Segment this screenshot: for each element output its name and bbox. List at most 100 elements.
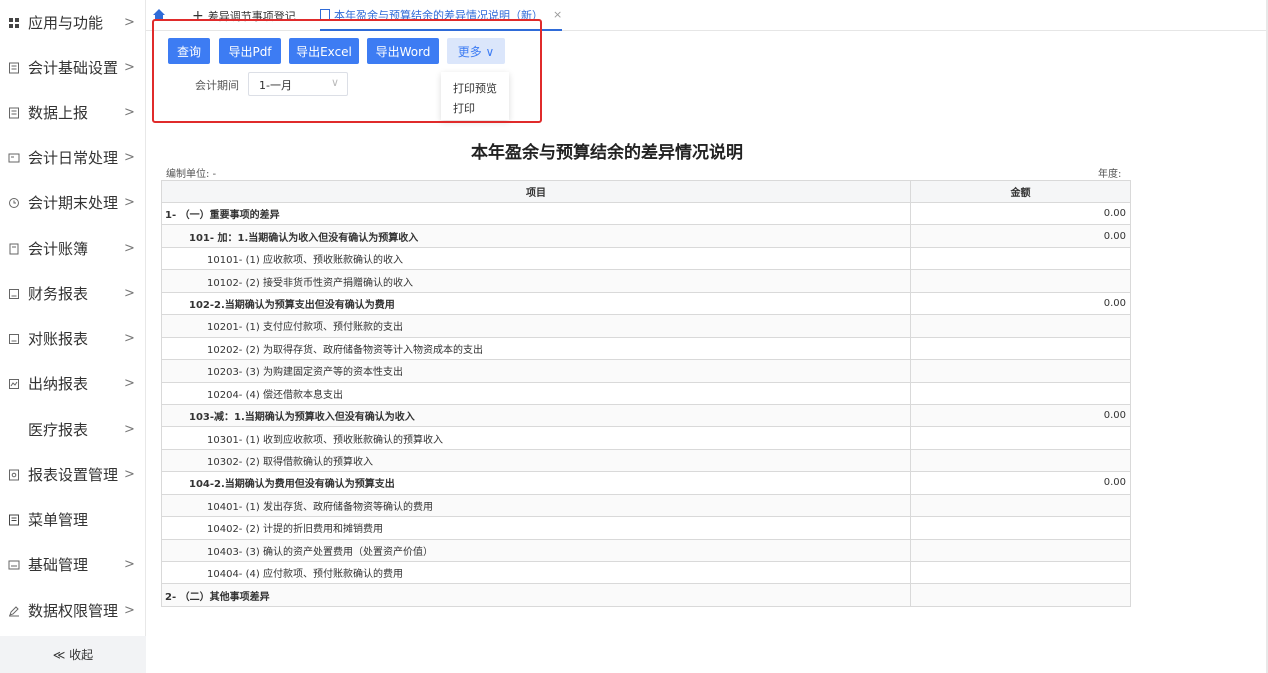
sidebar-item[interactable]: 出纳报表 > — [0, 361, 146, 406]
amount-cell: 0.00 — [910, 403, 1131, 428]
amount-cell: 0.00 — [910, 201, 1131, 226]
amount-cell — [910, 314, 1131, 338]
table-row: 101- 加：1.当期确认为收入但没有确认为预算收入 0.00 — [161, 224, 1131, 248]
more-button[interactable]: 更多 ∨ — [447, 38, 505, 64]
sidebar-item[interactable]: 会计账簿 > — [0, 226, 146, 271]
sidebar-item[interactable]: 报表设置管理 > — [0, 452, 146, 497]
tab-surplus-budget-diff[interactable]: 本年盈余与预算结余的差异情况说明（新） × — [320, 0, 563, 31]
table-row: 10101- (1) 应收款项、预收账款确认的收入 — [161, 246, 1131, 271]
export-pdf-button[interactable]: 导出Pdf — [219, 38, 281, 64]
table-row: 2- （二）其他事项差异 — [161, 583, 1131, 607]
print-item[interactable]: 打印 — [453, 100, 475, 116]
tab-bar: + 差异调节事项登记 本年盈余与预算结余的差异情况说明（新） × — [146, 0, 1268, 31]
sidebar-item-label: 菜单管理 — [28, 511, 89, 529]
chevron-right-icon: > — [124, 195, 135, 210]
item-cell: 10402- (2) 计提的折旧费用和摊销费用 — [161, 516, 911, 540]
book-icon — [8, 243, 20, 255]
table-row: 10201- (1) 支付应付款项、预付账款的支出 — [161, 314, 1131, 338]
report-icon — [8, 333, 20, 345]
sidebar-item[interactable]: 会计基础设置 > — [0, 45, 146, 90]
settings-doc-icon — [8, 469, 20, 481]
sidebar-item[interactable]: 财务报表 > — [0, 271, 146, 316]
amount-cell: 0.00 — [910, 291, 1131, 316]
sidebar-item-label: 数据权限管理 — [28, 602, 119, 620]
unit-label: 编制单位: - — [166, 169, 217, 180]
period-value: 1-一月 — [259, 79, 292, 92]
sidebar-item[interactable]: 数据上报 > — [0, 90, 146, 135]
sidebar-item-label: 会计基础设置 — [28, 59, 119, 77]
table-row: 10204- (4) 偿还借款本息支出 — [161, 381, 1131, 405]
tab-difference-adjustment[interactable]: + 差异调节事项登记 — [192, 0, 296, 31]
card-icon — [8, 152, 20, 164]
amount-cell — [910, 359, 1131, 383]
query-button[interactable]: 查询 — [168, 38, 210, 64]
amount-cell: 0.00 — [910, 224, 1131, 248]
more-dropdown: 打印预览 打印 — [441, 72, 509, 120]
table-row: 1- （一）重要事项的差异 0.00 — [161, 201, 1131, 226]
column-header-amount: 金额 — [910, 180, 1131, 203]
sidebar-item-label: 出纳报表 — [28, 375, 89, 393]
amount-cell — [910, 448, 1131, 473]
sidebar-item[interactable]: 菜单管理 — [0, 497, 146, 542]
item-cell: 10102- (2) 接受非货币性资产捐赠确认的收入 — [161, 269, 911, 293]
table-row: 102-2.当期确认为预算支出但没有确认为费用 0.00 — [161, 291, 1131, 316]
item-cell: 10401- (1) 发出存货、政府储备物资等确认的费用 — [161, 493, 911, 518]
sidebar-item-label: 医疗报表 — [28, 421, 89, 439]
chevron-down-icon: ∨ — [330, 76, 339, 89]
chevron-right-icon: > — [124, 557, 135, 572]
sidebar-item[interactable]: 基础管理 > — [0, 542, 146, 587]
item-cell: 10202- (2) 为取得存货、政府储备物资等计入物资成本的支出 — [161, 336, 911, 361]
sidebar: 应用与功能 > 会计基础设置 > 数据上报 > 会计日常处理 > 会计期末处理 > 会计账簿 > 财务报… — [0, 0, 146, 673]
chevron-right-icon: > — [124, 241, 135, 256]
table-row: 10203- (3) 为购建固定资产等的资本性支出 — [161, 359, 1131, 383]
chevron-right-icon: > — [124, 286, 135, 301]
sidebar-item[interactable]: 对账报表 > — [0, 316, 146, 361]
table-row: 10404- (4) 应付款项、预付账款确认的费用 — [161, 560, 1131, 585]
item-cell: 10101- (1) 应收款项、预收账款确认的收入 — [161, 246, 911, 271]
item-cell: 10403- (3) 确认的资产处置费用（处置资产价值） — [161, 538, 911, 563]
column-header-item: 项目 — [161, 180, 911, 203]
sidebar-item[interactable]: 应用与功能 > — [0, 0, 146, 45]
sidebar-item-label: 报表设置管理 — [28, 466, 119, 484]
amount-cell: 0.00 — [910, 471, 1131, 495]
sidebar-item[interactable]: 会计日常处理 > — [0, 135, 146, 180]
sidebar-item-label: 会计账簿 — [28, 240, 89, 258]
sidebar-item-label: 财务报表 — [28, 285, 89, 303]
item-cell: 101- 加：1.当期确认为收入但没有确认为预算收入 — [161, 224, 911, 248]
table-row: 10301- (1) 收到应收款项、预收账款确认的预算收入 — [161, 426, 1131, 450]
table-row: 10401- (1) 发出存货、政府储备物资等确认的费用 — [161, 493, 1131, 518]
report-title: 本年盈余与预算结余的差异情况说明 — [471, 143, 743, 163]
collapse-button[interactable]: ≪ 收起 — [0, 636, 146, 673]
chevron-right-icon: > — [124, 150, 135, 165]
amount-cell — [910, 246, 1131, 271]
item-cell: 102-2.当期确认为预算支出但没有确认为费用 — [161, 291, 911, 316]
chevron-right-icon: > — [124, 105, 135, 120]
item-cell: 103-减：1.当期确认为预算收入但没有确认为收入 — [161, 403, 911, 428]
item-cell: 1- （一）重要事项的差异 — [161, 201, 911, 226]
sidebar-item[interactable]: 医疗报表 > — [0, 407, 146, 452]
sidebar-item-label: 对账报表 — [28, 330, 89, 348]
chevron-right-icon: > — [124, 60, 135, 75]
item-cell: 10301- (1) 收到应收款项、预收账款确认的预算收入 — [161, 426, 911, 450]
table-row: 104-2.当期确认为费用但没有确认为预算支出 0.00 — [161, 471, 1131, 495]
sidebar-item[interactable]: 会计期末处理 > — [0, 180, 146, 225]
sidebar-item-label: 会计日常处理 — [28, 149, 119, 167]
chevron-right-icon: > — [124, 467, 135, 482]
report-table: 项目 金额 1- （一）重要事项的差异 0.00 101- 加：1.当期确认为收入但… — [161, 180, 1131, 607]
sidebar-item[interactable]: 数据权限管理 > — [0, 588, 146, 633]
print-preview-item[interactable]: 打印预览 — [453, 80, 497, 96]
export-word-button[interactable]: 导出Word — [367, 38, 439, 64]
menu-icon — [8, 514, 20, 526]
amount-cell — [910, 583, 1131, 607]
period-select[interactable]: 1-一月 ∨ — [248, 72, 348, 96]
pen-icon — [8, 605, 20, 617]
export-excel-button[interactable]: 导出Excel — [289, 38, 359, 64]
item-cell: 10404- (4) 应付款项、预付账款确认的费用 — [161, 560, 911, 585]
id-card-icon — [8, 559, 20, 571]
home-icon[interactable] — [152, 8, 166, 22]
close-icon[interactable]: × — [553, 8, 562, 21]
grid-icon — [8, 17, 20, 29]
amount-cell — [910, 516, 1131, 540]
table-row: 10202- (2) 为取得存货、政府储备物资等计入物资成本的支出 — [161, 336, 1131, 361]
sidebar-item-label: 基础管理 — [28, 556, 89, 574]
